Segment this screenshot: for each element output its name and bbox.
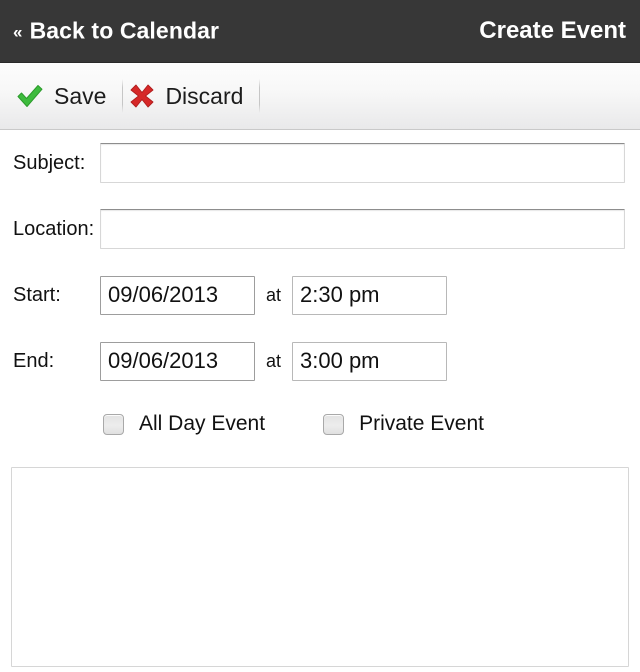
private-event-checkbox[interactable] [323,413,345,435]
green-check-icon [16,83,44,109]
save-label: Save [54,82,107,109]
end-at-separator: at [266,350,282,371]
start-label: Start: [13,283,61,306]
action-toolbar: Save Discard [0,63,640,130]
page-title: Create Event [479,17,626,44]
location-label: Location: [13,217,95,240]
subject-label: Subject: [13,151,86,174]
end-date-input[interactable] [100,341,255,381]
private-event-checkbox-group[interactable]: Private Event [323,412,484,436]
all-day-event-checkbox-group[interactable]: All Day Event [103,412,265,436]
location-row: Location: [0,196,640,262]
notes-textarea[interactable] [11,467,629,667]
start-date-input[interactable] [100,275,255,315]
end-label: End: [13,349,55,372]
start-time-input[interactable] [292,275,448,315]
red-x-icon [129,83,155,109]
end-time-input[interactable] [292,341,448,381]
subject-input[interactable] [100,143,625,183]
toolbar-divider-2 [259,79,261,113]
private-event-label: Private Event [359,412,484,435]
back-to-calendar-link[interactable]: « Back to Calendar [13,18,219,45]
notes-section [0,454,640,672]
back-to-calendar-label: Back to Calendar [29,17,220,44]
all-day-event-checkbox[interactable] [103,413,124,435]
start-at-separator: at [266,284,282,305]
discard-button[interactable]: Discard [123,63,259,129]
subject-row: Subject: [0,130,640,196]
save-button[interactable]: Save [10,63,122,129]
end-row: End: at [0,328,640,394]
discard-label: Discard [165,82,244,109]
top-header-bar: « Back to Calendar Create Event [0,0,640,63]
start-row: Start: at [0,262,640,328]
location-input[interactable] [100,209,625,249]
all-day-event-label: All Day Event [139,412,266,435]
event-options-row: All Day Event Private Event [0,394,640,454]
double-chevron-left-icon: « [13,22,23,42]
event-form: Subject: Location: Start: at End: at All… [0,130,640,672]
